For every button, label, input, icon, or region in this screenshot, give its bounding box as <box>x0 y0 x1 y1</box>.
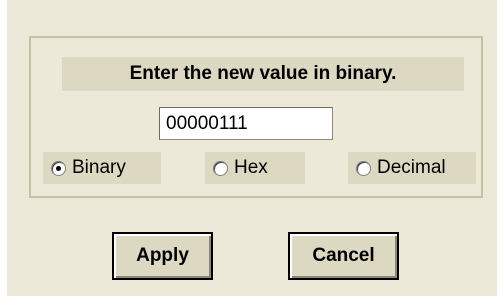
radio-binary-indicator[interactable] <box>51 160 66 176</box>
cancel-button[interactable]: Cancel <box>288 232 399 280</box>
binary-value-input[interactable] <box>159 107 333 140</box>
radio-decimal-indicator[interactable] <box>356 160 371 176</box>
instruction-label: Enter the new value in binary. <box>62 57 464 91</box>
radio-binary-label: Binary <box>72 157 126 178</box>
apply-button[interactable]: Apply <box>112 232 213 280</box>
radio-hex[interactable]: Hex <box>205 152 305 184</box>
radio-decimal[interactable]: Decimal <box>348 152 476 184</box>
value-entry-dialog: Enter the new value in binary. Binary He… <box>7 0 497 296</box>
radio-hex-label: Hex <box>234 157 268 178</box>
radio-binary[interactable]: Binary <box>43 152 161 184</box>
radio-decimal-label: Decimal <box>377 157 446 178</box>
radio-hex-indicator[interactable] <box>213 160 228 176</box>
